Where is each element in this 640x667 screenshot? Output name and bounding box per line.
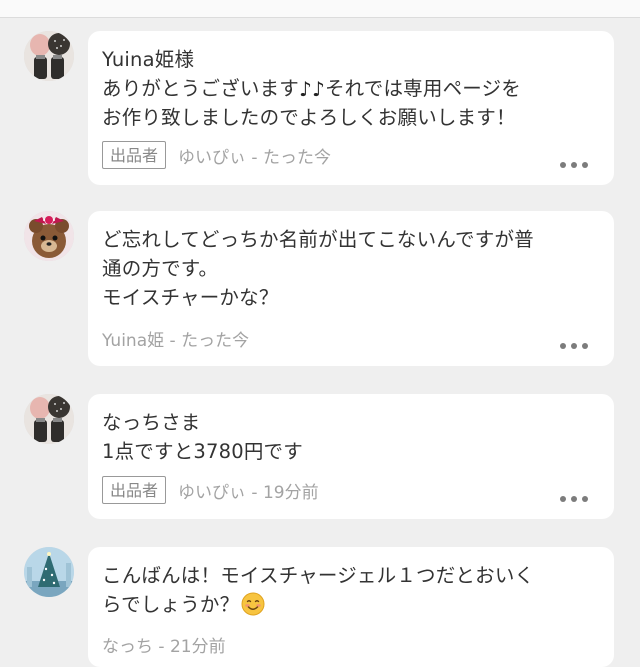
dot-icon — [560, 162, 566, 168]
comment-bubble: Yuina姫様 ありがとうございます♪♪それでは専用ページを お作り致しましたの… — [88, 31, 614, 185]
more-options-button[interactable] — [560, 160, 588, 170]
comment-text: なっちさま 1点ですと3780円です — [102, 411, 303, 463]
comment-text: ど忘れしてどっちか名前が出てこないんですが普 通の方です。 モイスチャーかな？ — [102, 228, 534, 309]
comment-bubble: なっちさま 1点ですと3780円です 出品者 ゆいぴぃ - 19分前 — [88, 394, 614, 519]
music-note-icon: ♪♪ — [299, 77, 325, 101]
dot-icon — [582, 496, 588, 502]
comment-thread: Yuina姫様 ありがとうございます♪♪それでは専用ページを お作り致しましたの… — [0, 0, 640, 667]
user-avatar-icon[interactable] — [24, 394, 74, 444]
comment-text: Yuina姫様 ありがとうございます♪♪それでは専用ページを お作り致しましたの… — [102, 48, 521, 129]
dot-icon — [582, 343, 588, 349]
more-options-button[interactable] — [560, 341, 588, 351]
comment-bubble: ど忘れしてどっちか名前が出てこないんですが普 通の方です。 モイスチャーかな？ … — [88, 211, 614, 366]
tree-avatar-icon[interactable] — [24, 547, 74, 597]
author-time[interactable]: なっち - 21分前 — [102, 632, 226, 657]
user-avatar-icon[interactable] — [24, 31, 74, 81]
comment-meta: 出品者 ゆいぴぃ - たった今 — [102, 140, 331, 170]
seller-badge: 出品者 — [102, 476, 167, 504]
dot-icon — [560, 496, 566, 502]
smiling-face-emoji: ☺️ — [241, 592, 265, 616]
dot-icon — [571, 496, 577, 502]
comment-bubble: こんばんは！モイスチャージェル１つだとおいく らでしょうか？☺️ なっち - 2… — [88, 547, 614, 667]
more-options-button[interactable] — [560, 494, 588, 504]
comment-text: こんばんは！モイスチャージェル１つだとおいく らでしょうか？☺️ — [102, 564, 535, 616]
dot-icon — [560, 343, 566, 349]
dot-icon — [582, 162, 588, 168]
comment-meta: なっち - 21分前 — [102, 629, 226, 659]
comment-meta: Yuina姫 - たった今 — [102, 323, 249, 353]
author-time[interactable]: ゆいぴぃ - 19分前 — [178, 478, 319, 503]
seller-badge: 出品者 — [102, 141, 167, 169]
dot-icon — [571, 343, 577, 349]
author-time[interactable]: ゆいぴぃ - たった今 — [178, 143, 331, 168]
dot-icon — [571, 162, 577, 168]
author-time[interactable]: Yuina姫 - たった今 — [102, 326, 249, 351]
bear-avatar-icon[interactable] — [24, 211, 74, 261]
comment-meta: 出品者 ゆいぴぃ - 19分前 — [102, 475, 319, 505]
